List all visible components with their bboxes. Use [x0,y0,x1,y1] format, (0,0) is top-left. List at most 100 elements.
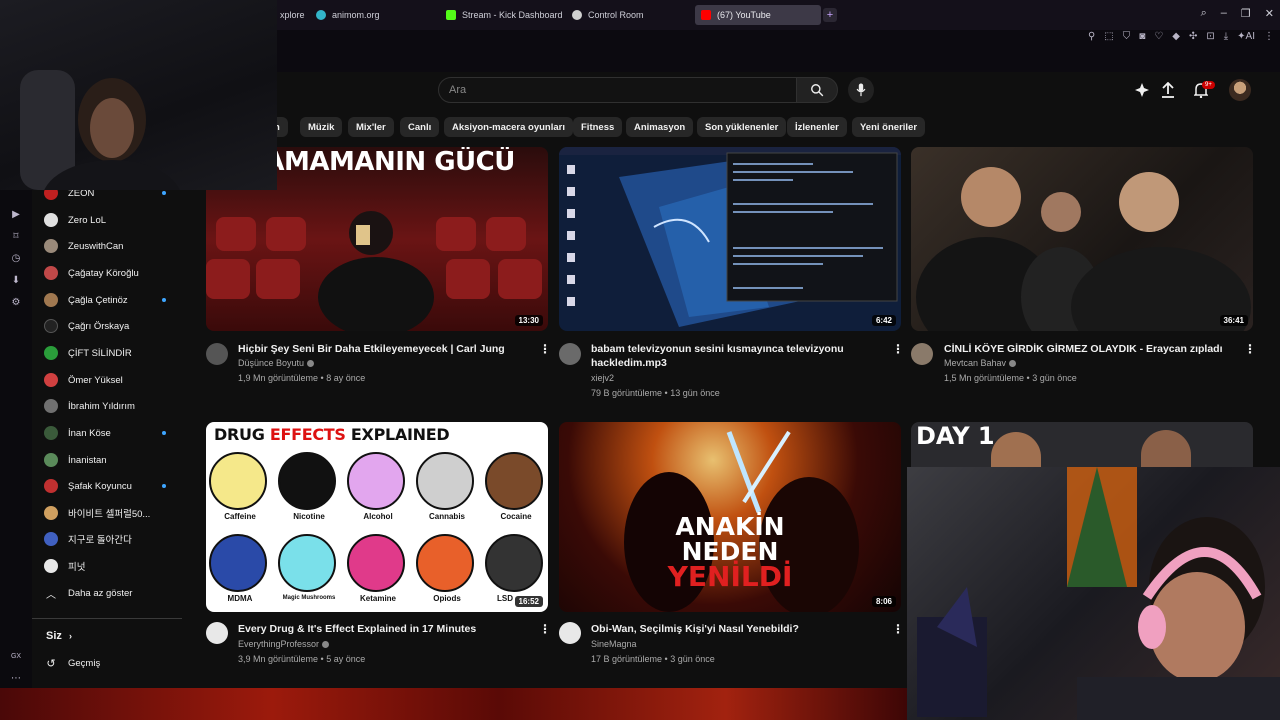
chip-canli[interactable]: Canlı [400,117,440,137]
chip-aksiyon[interactable]: Aksiyon-macera oyunları [444,117,573,137]
more-options-icon[interactable]: ⋮ [1244,342,1256,356]
video-title[interactable]: Hiçbir Şey Seni Bir Daha Etkileyemeyecek… [238,342,528,356]
more-options-icon[interactable]: ⋮ [892,342,904,356]
show-less-button[interactable]: ︿ Daha az göster [44,581,176,605]
tab-kick-dashboard[interactable]: Stream - Kick Dashboard [440,5,569,25]
shield-icon[interactable]: ⛉ [1123,31,1131,42]
channel-name[interactable]: SineMagna [591,639,637,649]
download-icon[interactable]: ⤓ [1224,31,1228,42]
sidebar-sub-ibrahim[interactable]: İbrahim Yıldırım [44,394,176,418]
channel-avatar[interactable] [559,622,581,644]
aria-ai-icon[interactable]: ✦AI [1237,31,1255,42]
chip-muzik[interactable]: Müzik [300,117,343,137]
crop-icon[interactable]: ⬚ [1104,31,1113,42]
sidebar-sub-omer[interactable]: Ömer Yüksel [44,368,176,392]
video-thumbnail[interactable]: ANAKİN NEDEN YENİLDİ 8:06 [559,422,901,612]
search-tabs-icon[interactable]: ⌕ [1201,7,1207,20]
more-options-icon[interactable]: ⋮ [539,342,551,356]
channel-avatar[interactable] [559,343,581,365]
new-tab-button[interactable]: + [823,8,837,22]
channel-avatar[interactable] [911,343,933,365]
tab-youtube[interactable]: (67) YouTube [695,5,821,25]
chip-animasyon[interactable]: Animasyon [626,117,694,137]
player-icon[interactable]: ▶ [10,208,22,220]
video-title[interactable]: CİNLİ KÖYE GİRDİK GİRMEZ OLAYDIK - Erayc… [944,342,1240,356]
duration-badge: 8:06 [871,596,896,607]
alcohol-icon [347,452,405,510]
extensions-icon[interactable]: ✣ [1189,31,1197,42]
sidebar-sub-cagla[interactable]: Çağla Çetinöz [44,288,176,312]
gx-logo[interactable]: GX [10,650,22,662]
chip-yeni-oneriler[interactable]: Yeni öneriler [852,117,926,137]
sidebar-sub-zeuswithcan[interactable]: ZeuswithCan [44,234,176,258]
chip-izlenenler[interactable]: İzlenenler [787,117,847,137]
channel-avatar[interactable] [206,622,228,644]
kali-desktop-image [559,147,901,327]
sidebar-sub-bybit[interactable]: 바이비트 셀퍼럴50... [44,501,176,525]
heading-word: DRUG [214,425,265,444]
sub-name: Çağatay Köroğlu [68,267,139,279]
restore-icon[interactable]: ❐ [1241,7,1251,20]
more-options-icon[interactable]: ⋮ [539,622,551,636]
sidebar-sub-cagri[interactable]: Çağrı Örskaya [44,314,176,338]
heart-icon[interactable]: ♡ [1154,31,1163,42]
history-icon[interactable]: ◷ [10,252,22,264]
chip-fitness[interactable]: Fitness [573,117,623,137]
camera-icon[interactable]: ◙ [1139,31,1145,42]
more-icon[interactable]: ⋮ [1264,31,1274,42]
sidebar-more-icon[interactable]: ⋯ [10,672,22,684]
video-thumbnail[interactable]: DAY 1 [911,422,1253,472]
video-meta: 3,9 Mn görüntüleme • 5 ay önce [238,654,366,664]
tab-animom[interactable]: animom.org [310,5,386,25]
settings-icon[interactable]: ⚙ [10,296,22,308]
video-title[interactable]: Obi-Wan, Seçilmiş Kişi'yi Nasıl Yenebild… [591,622,881,636]
channel-avatar [44,266,58,280]
webcam-overlay-bottom [907,467,1280,720]
sidebar-sub-zero-lol[interactable]: Zero LoL [44,208,176,232]
bookmarks-icon[interactable]: ⌑ [10,230,22,242]
chip-mixler[interactable]: Mix'ler [348,117,394,137]
sidebar-sub-inan-kose[interactable]: İnan Köse [44,421,176,445]
sidebar-sub-safak[interactable]: Şafak Koyuncu [44,474,176,498]
show-less-label: Daha az göster [68,587,133,599]
video-title[interactable]: babam televizyonun sesini kısmayınca tel… [591,342,881,370]
channel-avatar[interactable] [206,343,228,365]
sub-name: 지구로 돌아간다 [68,535,132,546]
search-input[interactable] [439,78,796,102]
sidebar-sub-jiguro[interactable]: 지구로 돌아간다 [44,527,176,551]
close-icon[interactable]: ✕ [1265,7,1274,20]
video-thumbnail[interactable]: DRUG EFFECTS EXPLAINED Caffeine Nicotine… [206,422,548,612]
channel-name[interactable]: Düşünce Boyutu [238,358,315,368]
duration-badge: 13:30 [514,315,543,326]
voice-search-button[interactable] [848,77,874,103]
live-indicator [162,484,166,488]
sidebar-sub-cift-silindir[interactable]: ÇİFT SİLİNDİR [44,341,176,365]
sidebar-sub-peanut[interactable]: 피넛 [44,554,176,578]
create-button[interactable] [1131,79,1153,101]
vpn-icon[interactable]: ◆ [1172,31,1180,42]
search-button[interactable] [796,77,838,103]
upload-button[interactable] [1157,79,1179,101]
tab-control-room[interactable]: Control Room [566,5,650,25]
minimize-icon[interactable]: – [1221,7,1227,20]
sidebar-sub-inanistan[interactable]: İnanistan [44,448,176,472]
screenshot-icon[interactable]: ⊡ [1206,31,1214,42]
video-thumbnail[interactable]: 36:41 [911,147,1253,331]
video-thumbnail[interactable]: 6:42 [559,147,901,331]
live-indicator [162,431,166,435]
channel-name[interactable]: xiejv2 [591,373,614,383]
you-section-header[interactable]: Siz › [46,630,72,642]
chip-son-yuklenenler[interactable]: Son yüklenenler [697,117,787,137]
pin-icon[interactable]: ⚲ [1088,31,1095,42]
download-side-icon[interactable]: ⬇ [10,274,22,286]
more-options-icon[interactable]: ⋮ [892,622,904,636]
sub-name: Ömer Yüksel [68,374,123,386]
lava-overlay-decoration [0,688,907,720]
account-avatar[interactable] [1229,79,1251,101]
sidebar-sub-cagatay[interactable]: Çağatay Köroğlu [44,261,176,285]
video-title[interactable]: Every Drug & It's Effect Explained in 17… [238,622,528,636]
tab-xplore[interactable]: xplore [274,5,311,25]
channel-name[interactable]: EverythingProfessor [238,639,330,649]
channel-name[interactable]: Mevtcan Bahav [944,358,1017,368]
sidebar-item-history[interactable]: ↺ Geçmiş [44,651,176,675]
